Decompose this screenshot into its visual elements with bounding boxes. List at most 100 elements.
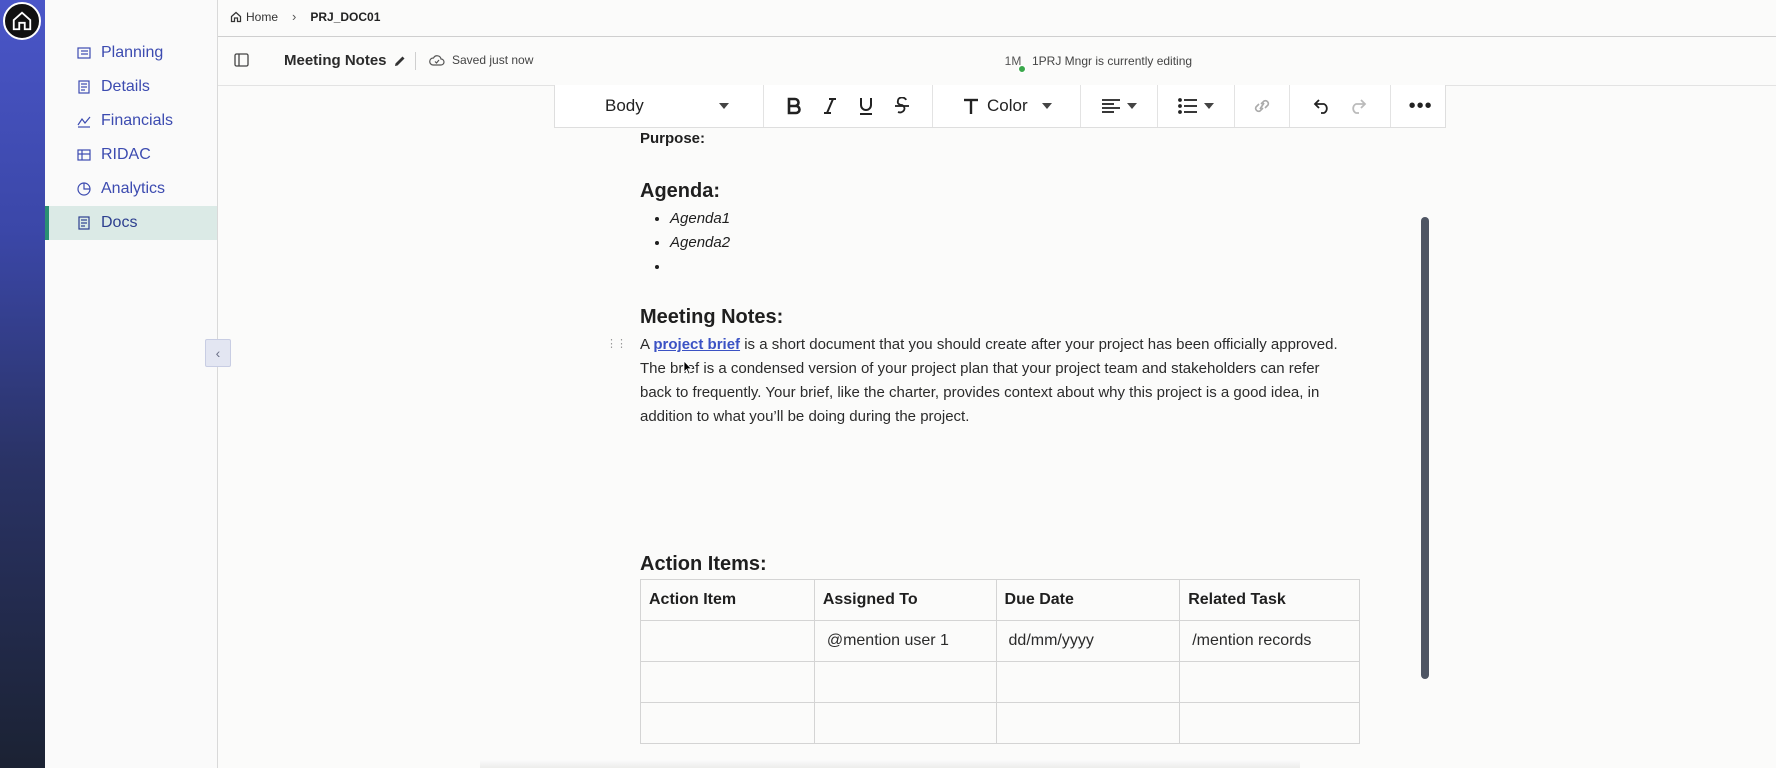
sidebar-item-planning[interactable]: Planning xyxy=(45,36,217,70)
table-icon xyxy=(77,148,91,162)
caret-down-icon xyxy=(1126,103,1137,109)
sidebar-item-analytics[interactable]: Analytics xyxy=(45,172,217,206)
strikethrough-icon xyxy=(895,97,909,114)
notes-text-post: is a short document that you should crea… xyxy=(640,336,1338,425)
meeting-notes-heading: Meeting Notes: xyxy=(640,306,784,328)
more-icon: ••• xyxy=(1408,94,1433,117)
underline-icon xyxy=(860,98,872,115)
table-cell[interactable] xyxy=(813,661,997,703)
table-cell[interactable] xyxy=(995,661,1181,703)
underline-button[interactable] xyxy=(848,85,884,127)
table-cell[interactable]: dd/mm/yyyy xyxy=(995,620,1181,662)
table-cell[interactable] xyxy=(640,661,815,703)
sidebar-item-label: Planning xyxy=(101,44,164,61)
table-cell[interactable] xyxy=(813,702,997,744)
table-cell[interactable]: @mention user 1 xyxy=(813,620,997,662)
table-cell[interactable] xyxy=(1179,702,1360,744)
redo-icon xyxy=(1351,99,1366,114)
agenda-list: Agenda1 Agenda2 xyxy=(640,207,730,279)
sidebar-item-ridac[interactable]: RIDAC xyxy=(45,138,217,172)
sidebar-item-details[interactable]: Details xyxy=(45,70,217,104)
doc-title[interactable]: Meeting Notes xyxy=(284,52,406,69)
mouse-cursor-icon xyxy=(683,360,693,380)
text-color-button[interactable]: Color xyxy=(933,85,1080,127)
online-indicator xyxy=(1018,65,1026,73)
sidebar-item-label: Details xyxy=(101,78,150,95)
table-row xyxy=(640,661,1360,703)
table-header[interactable]: Assigned To xyxy=(813,579,997,621)
action-items-table: Action Item Assigned To Due Date Related… xyxy=(640,579,1360,744)
list-item[interactable] xyxy=(670,255,730,279)
chevron-left-icon: ‹ xyxy=(215,345,221,361)
sidebar-item-docs[interactable]: Docs xyxy=(45,206,217,240)
breadcrumb-home-label: Home xyxy=(246,9,279,24)
link-icon xyxy=(1254,99,1269,113)
text-style-select[interactable]: Body xyxy=(555,85,763,127)
collapse-sidebar-button[interactable]: ‹ xyxy=(205,339,231,367)
align-button[interactable] xyxy=(1101,85,1137,127)
bullet-list-icon xyxy=(1177,98,1197,114)
editing-status-text: 1PRJ Mngr is currently editing xyxy=(1032,54,1193,68)
notes-text-pre: A xyxy=(640,336,654,353)
table-cell[interactable] xyxy=(640,702,815,744)
avatar[interactable]: 1M xyxy=(1002,52,1026,73)
toggle-panel-icon[interactable] xyxy=(234,53,249,72)
breadcrumb: Home › PRJ_DOC01 xyxy=(230,9,380,24)
more-options-button[interactable]: ••• xyxy=(1409,85,1433,127)
bold-icon xyxy=(787,97,801,115)
list-button[interactable] xyxy=(1177,85,1214,127)
table-cell[interactable] xyxy=(1179,661,1360,703)
sidebar-item-label: RIDAC xyxy=(101,146,151,163)
chevron-right-icon: › xyxy=(292,9,297,24)
agenda-heading: Agenda: xyxy=(640,180,720,202)
table-row: @mention user 1 dd/mm/yyyy /mention reco… xyxy=(640,620,1360,662)
home-icon[interactable] xyxy=(3,2,41,40)
doc-header: Meeting Notes Saved just now 1M 1PRJ Mng… xyxy=(218,37,1776,86)
strikethrough-button[interactable] xyxy=(884,85,920,127)
drag-handle-icon[interactable]: ⋮⋮ xyxy=(606,337,627,350)
undo-button[interactable] xyxy=(1304,85,1340,127)
caret-down-icon xyxy=(1203,103,1214,109)
bold-button[interactable] xyxy=(776,85,812,127)
table-header-row: Action Item Assigned To Due Date Related… xyxy=(640,579,1360,621)
table-cell[interactable] xyxy=(640,620,815,662)
sidebar: Planning Details Financials RIDAC Analyt… xyxy=(45,0,218,768)
analytics-icon xyxy=(77,182,91,196)
italic-button[interactable] xyxy=(812,85,848,127)
list-item[interactable]: Agenda1 xyxy=(670,207,730,231)
text-color-label: Color xyxy=(987,96,1028,115)
scrollbar[interactable] xyxy=(1421,217,1429,679)
text-color-icon xyxy=(964,98,978,114)
financials-icon xyxy=(77,114,91,128)
table-header[interactable]: Action Item xyxy=(640,579,815,621)
sidebar-item-label: Docs xyxy=(101,214,138,231)
sidebar-item-label: Analytics xyxy=(101,180,166,197)
top-bar: Home › PRJ_DOC01 xyxy=(218,0,1776,37)
redo-button[interactable] xyxy=(1340,85,1376,127)
italic-icon xyxy=(824,98,836,114)
docs-icon xyxy=(77,216,91,230)
editor-toolbar: Body Color ••• xyxy=(554,85,1446,128)
planning-icon xyxy=(77,46,91,60)
sidebar-item-label: Financials xyxy=(101,112,174,129)
table-header[interactable]: Due Date xyxy=(995,579,1181,621)
list-item[interactable]: Agenda2 xyxy=(670,231,730,255)
caret-down-icon xyxy=(1041,103,1052,109)
table-cell[interactable] xyxy=(995,702,1181,744)
scroll-shadow xyxy=(480,760,1300,768)
notes-paragraph[interactable]: A project brief is a short document that… xyxy=(640,333,1355,429)
collaborator-status: 1M 1PRJ Mngr is currently editing xyxy=(1002,52,1193,73)
sidebar-item-financials[interactable]: Financials xyxy=(45,104,217,138)
app-rail xyxy=(0,0,45,768)
table-cell[interactable]: /mention records xyxy=(1179,620,1360,662)
breadcrumb-home[interactable]: Home xyxy=(230,10,278,24)
table-header[interactable]: Related Task xyxy=(1179,579,1360,621)
save-status: Saved just now xyxy=(429,53,533,67)
home-small-icon xyxy=(230,11,242,22)
caret-down-icon xyxy=(719,103,729,109)
divider xyxy=(415,52,416,70)
pencil-icon[interactable] xyxy=(394,55,406,67)
undo-icon xyxy=(1313,99,1328,114)
project-brief-link[interactable]: project brief xyxy=(653,336,740,353)
link-button[interactable] xyxy=(1251,85,1273,127)
